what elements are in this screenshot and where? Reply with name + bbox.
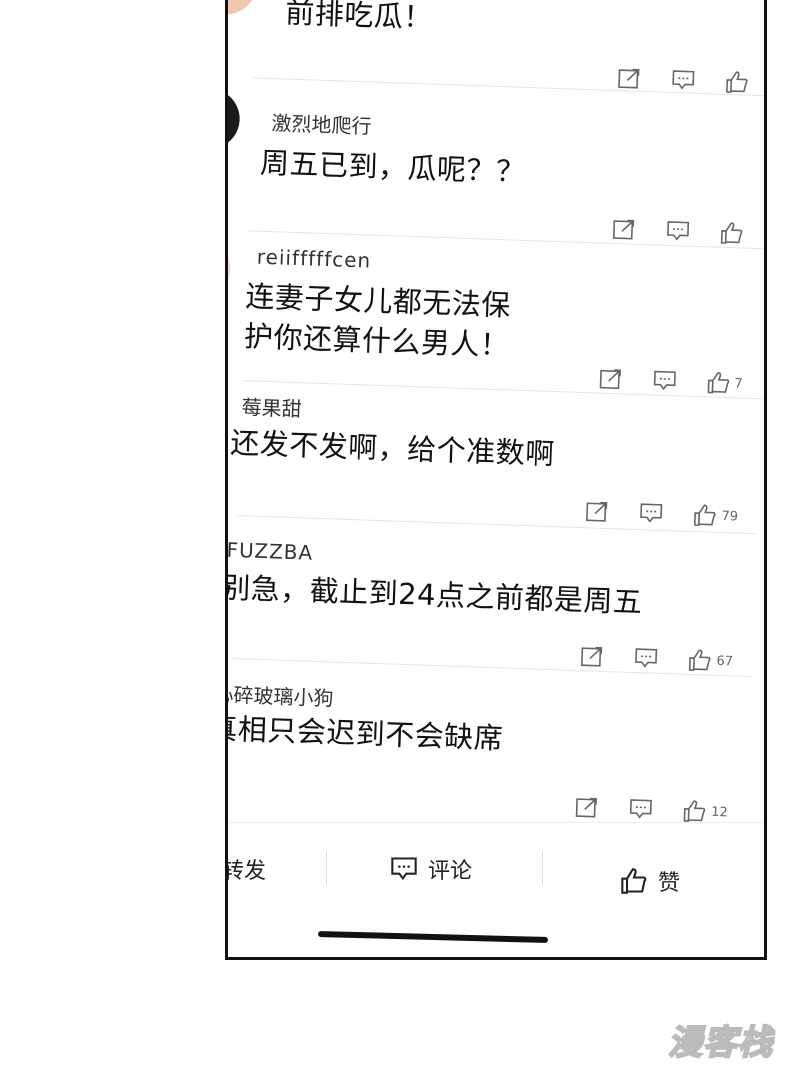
reply-icon [640,503,663,523]
like-count: 79 [721,508,739,525]
share-button[interactable] [585,500,610,523]
like-button[interactable] [725,70,754,95]
thumbs-up-icon [689,649,711,671]
comment-list: 前排吃瓜！ 激烈地爬行 周五已到，瓜呢？？ reiifffffcen 连妻子女儿… [228,0,764,864]
share-button[interactable] [598,368,623,391]
like-count: 7 [734,375,743,392]
comment-text: 还发不发啊，给个准数啊 [229,425,556,472]
share-button[interactable] [575,796,600,819]
avatar[interactable] [228,237,232,300]
reply-button[interactable] [671,69,696,92]
share-icon [618,68,640,89]
comment-button[interactable]: 评论 [390,853,472,885]
thumbs-up-icon [694,504,717,527]
comment-item: FUZZBA 别急，截止到24点之前都是周五 67 [228,538,756,678]
comment-item: 激烈地爬行 周五已到，瓜呢？？ [228,87,764,250]
reply-button[interactable] [629,798,654,821]
repost-label: 转发 [225,859,267,884]
comment-actions: 79 [585,499,738,528]
comment-text-line2: 护你还算什么男人！ [243,319,511,363]
comment-label: 评论 [428,859,473,884]
reply-button[interactable] [652,369,677,392]
username[interactable]: FUZZBA [228,538,314,565]
like-button[interactable]: 赞 [620,865,680,897]
avatar[interactable] [228,87,241,150]
like-button[interactable]: 7 [706,370,743,395]
thumbs-up-icon [707,371,729,394]
share-icon [581,646,603,667]
reply-icon [667,221,690,241]
share-button[interactable] [612,218,637,241]
reply-icon [653,370,676,391]
share-button[interactable] [580,645,605,668]
like-button[interactable]: 79 [693,503,738,529]
reply-button[interactable] [666,220,691,243]
share-icon [599,369,621,390]
username[interactable]: 激烈地爬行 [271,107,372,139]
username[interactable]: 心碎玻璃小狗 [228,678,334,711]
username[interactable]: 莓果甜 [241,391,302,422]
comment-text: 别急，截止到24点之前都是周五 [225,570,644,620]
watermark-logo: 漫客栈 [667,1022,773,1064]
share-icon [576,797,598,818]
reply-icon [635,648,658,668]
like-label: 赞 [658,871,681,896]
thumbs-up-icon [726,71,748,93]
repost-button[interactable]: 转发 [225,853,267,885]
like-count: 67 [716,653,734,669]
reply-icon [672,70,695,90]
thumbs-up-icon [684,800,706,822]
comment-actions: 67 [580,644,733,673]
share-button[interactable] [617,67,642,90]
comment-actions: 7 [598,367,743,396]
like-button[interactable]: 12 [683,799,728,825]
comment-item: 莓果甜 还发不发啊，给个准数啊 79 [228,395,762,535]
reply-icon [391,857,417,881]
comment-text: 周五已到，瓜呢？？ [259,145,527,189]
separator [326,851,327,885]
reply-button[interactable] [639,502,664,525]
bottom-action-bar: 转发 评论 赞 [228,822,764,923]
comment-actions: 12 [575,795,728,824]
comment-item: 前排吃瓜！ [228,0,764,97]
separator [542,851,543,885]
like-button[interactable] [720,221,749,246]
comment-text: 真相只会迟到不会缺席 [225,711,504,756]
reply-icon [630,799,653,819]
like-count: 12 [710,804,729,820]
thumbs-up-icon [621,868,647,894]
share-icon [586,501,608,522]
share-icon [612,219,635,240]
comment-item: reiifffffcen 连妻子女儿都无法保 护你还算什么男人！ 7 [228,237,764,400]
comment-item: 心碎玻璃小狗 真相只会迟到不会缺席 12 [228,682,752,822]
comment-text: 前排吃瓜！ [284,0,434,35]
thumbs-up-icon [720,222,743,244]
comment-actions [612,217,749,246]
home-indicator[interactable] [317,930,549,944]
reply-button[interactable] [634,647,659,670]
avatar[interactable] [228,0,258,16]
username[interactable]: reiifffffcen [256,245,371,273]
phone-screen: 前排吃瓜！ 激烈地爬行 周五已到，瓜呢？？ reiifffffcen 连妻子女儿… [225,0,767,960]
like-button[interactable]: 67 [688,648,733,674]
